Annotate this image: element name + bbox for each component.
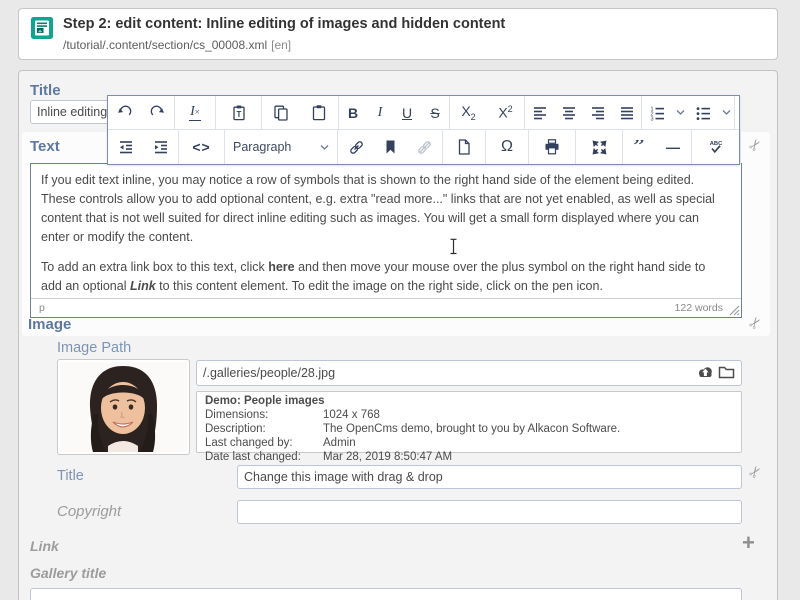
portrait-photo xyxy=(60,362,187,452)
format-select-value: Paragraph xyxy=(233,140,291,154)
chevron-down-icon xyxy=(320,144,329,151)
align-left-icon[interactable] xyxy=(525,96,554,129)
print-icon[interactable] xyxy=(529,130,575,164)
bold-icon[interactable]: B xyxy=(339,96,367,129)
gallery-title-input[interactable] xyxy=(30,588,742,600)
numbered-list-menu-icon[interactable] xyxy=(672,96,688,129)
increase-indent-icon[interactable] xyxy=(143,130,178,164)
underline-icon[interactable]: U xyxy=(393,96,421,129)
format-select[interactable]: Paragraph xyxy=(225,130,337,164)
content-section-icon xyxy=(31,17,53,39)
unlink-icon[interactable] xyxy=(406,130,442,164)
image-info-box: Demo: People images Dimensions:1024 x 76… xyxy=(196,391,742,453)
paste-document-icon[interactable] xyxy=(443,130,485,164)
field-label-text: Text xyxy=(30,138,60,155)
resize-handle-icon[interactable] xyxy=(729,305,740,316)
inline-bold-here: here xyxy=(268,260,294,274)
align-justify-icon[interactable] xyxy=(612,96,641,129)
add-link-button[interactable]: + xyxy=(742,534,755,552)
paste-as-text-icon[interactable]: T xyxy=(216,96,261,129)
redo-icon[interactable] xyxy=(141,96,174,129)
paragraph: If you edit text inline, you may notice … xyxy=(41,171,729,247)
bullet-list-menu-icon[interactable] xyxy=(718,96,734,129)
text-cursor-icon xyxy=(449,238,458,255)
bullet-list-icon[interactable] xyxy=(688,96,718,129)
toolbar-row-2: <> Paragraph xyxy=(108,130,739,164)
svg-text:ABC: ABC xyxy=(710,141,723,147)
inline-bold-italic-link: Link xyxy=(130,279,156,293)
field-label-copyright: Copyright xyxy=(57,503,121,520)
resource-locale: [en] xyxy=(271,38,291,52)
copyright-input[interactable] xyxy=(237,500,742,524)
editor-content[interactable]: If you edit text inline, you may notice … xyxy=(31,164,741,296)
image-path-input[interactable] xyxy=(196,360,742,386)
paragraph: To add an extra link box to this text, c… xyxy=(41,258,729,296)
toolbar-row-1: I× T B I U S xyxy=(108,96,739,130)
word-count: 122 words xyxy=(675,302,723,314)
section-label-gallery-title: Gallery title xyxy=(30,565,106,581)
image-path-field xyxy=(196,360,742,386)
undo-icon[interactable] xyxy=(108,96,141,129)
strikethrough-icon[interactable]: S xyxy=(421,96,449,129)
gallery-folder-icon[interactable] xyxy=(718,364,735,380)
section-label-link: Link xyxy=(30,538,59,554)
resource-path: /tutorial/.content/section/cs_00008.xml [… xyxy=(63,38,291,52)
anchor-bookmark-icon[interactable] xyxy=(374,130,406,164)
decrease-indent-icon[interactable] xyxy=(108,130,143,164)
italic-icon[interactable]: I xyxy=(367,96,393,129)
spellcheck-icon[interactable]: ABC xyxy=(692,130,740,164)
field-label-title: Title xyxy=(30,82,61,99)
align-right-icon[interactable] xyxy=(583,96,612,129)
field-label-image-title: Title xyxy=(57,468,84,484)
copy-icon[interactable] xyxy=(262,96,300,129)
image-thumbnail[interactable] xyxy=(57,359,190,455)
resource-path-text: /tutorial/.content/section/cs_00008.xml xyxy=(63,38,267,52)
content-header-card: Step 2: edit content: Inline editing of … xyxy=(18,8,778,60)
upload-icon[interactable] xyxy=(697,365,714,380)
subscript-icon[interactable]: X2 xyxy=(450,96,487,129)
paste-icon[interactable] xyxy=(300,96,338,129)
svg-text:3: 3 xyxy=(651,116,654,120)
field-label-image-path: Image Path xyxy=(57,340,131,356)
insert-link-icon[interactable] xyxy=(338,130,374,164)
opencms-content-editor: Step 2: edit content: Inline editing of … xyxy=(0,0,800,600)
clear-formatting-icon[interactable]: I× xyxy=(175,96,215,129)
richtext-editor-area[interactable]: If you edit text inline, you may notice … xyxy=(30,163,742,318)
fullscreen-icon[interactable] xyxy=(576,130,622,164)
richtext-toolbar: I× T B I U S xyxy=(107,95,740,165)
source-code-icon[interactable]: <> xyxy=(179,130,224,164)
horizontal-rule-icon[interactable]: — xyxy=(655,130,691,164)
page-title: Step 2: edit content: Inline editing of … xyxy=(63,16,505,32)
align-center-icon[interactable] xyxy=(554,96,583,129)
element-path[interactable]: p xyxy=(39,302,45,314)
editor-statusbar: p 122 words xyxy=(31,298,741,317)
svg-text:T: T xyxy=(236,110,241,119)
image-title-input[interactable] xyxy=(237,465,742,489)
image-info-title: Demo: People images xyxy=(205,394,733,408)
section-label-image: Image xyxy=(28,316,71,333)
numbered-list-icon[interactable]: 123 xyxy=(642,96,672,129)
superscript-icon[interactable]: X2 xyxy=(487,96,524,129)
blockquote-icon[interactable]: ” xyxy=(623,130,655,164)
special-character-icon[interactable]: Ω xyxy=(486,130,528,164)
